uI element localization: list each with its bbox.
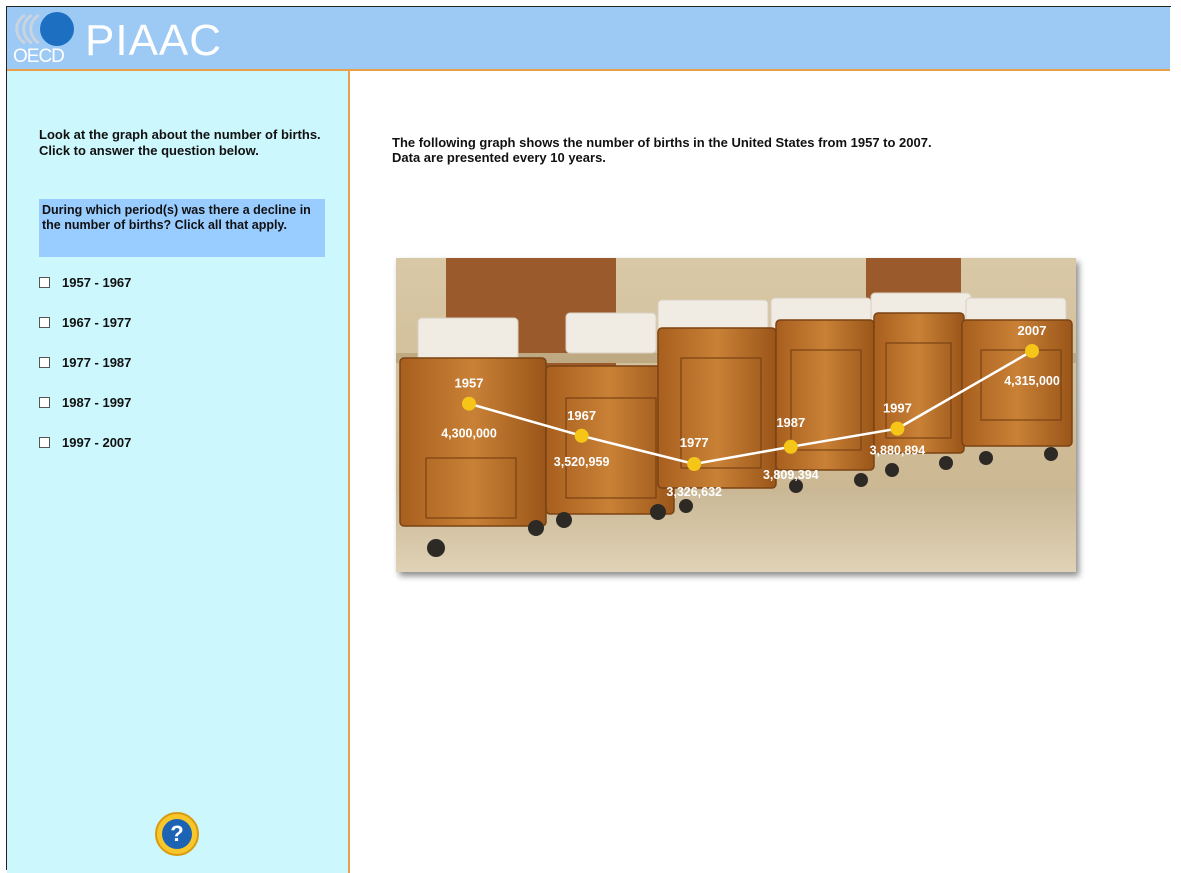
- value-label: 3,880,894: [870, 444, 926, 458]
- oecd-logo-text: OECD: [13, 46, 65, 67]
- value-label: 4,300,000: [441, 427, 497, 441]
- year-label: 1987: [776, 415, 805, 430]
- year-label: 1977: [680, 435, 709, 450]
- option-label: 1977 - 1987: [62, 355, 132, 370]
- data-point-1957: [462, 396, 476, 411]
- option-label: 1987 - 1997: [62, 395, 132, 410]
- help-button[interactable]: ?: [155, 812, 199, 856]
- data-point-1997: [890, 421, 905, 436]
- question-mark-icon: ?: [162, 819, 192, 849]
- checkbox[interactable]: [39, 317, 50, 328]
- year-label: 1967: [567, 408, 596, 423]
- question-sidebar: Look at the graph about the number of bi…: [7, 71, 350, 873]
- year-label: 2007: [1018, 323, 1047, 338]
- value-label: 3,520,959: [554, 455, 610, 469]
- description-line-2: Data are presented every 10 years.: [392, 150, 606, 165]
- app-title: PIAAC: [85, 16, 223, 65]
- option-1977-1987[interactable]: 1977 - 1987: [39, 355, 131, 370]
- year-label: 1957: [455, 376, 484, 391]
- oecd-logo-icon: [15, 12, 74, 46]
- instructions-text: Look at the graph about the number of bi…: [39, 127, 321, 158]
- option-1957-1967[interactable]: 1957 - 1967: [39, 275, 131, 290]
- option-label: 1997 - 2007: [62, 435, 132, 450]
- births-chart: 1957 4,300,000 1967 3,520,959 1977 3,326,632 1…: [396, 258, 1076, 572]
- data-point-2007: [1025, 344, 1039, 358]
- data-point-1967: [574, 428, 589, 443]
- option-label: 1967 - 1977: [62, 315, 132, 330]
- option-1987-1997[interactable]: 1987 - 1997: [39, 395, 131, 410]
- option-label: 1957 - 1967: [62, 275, 132, 290]
- question-box: During which period(s) was there a decli…: [39, 199, 325, 257]
- births-chart-svg: 1957 4,300,000 1967 3,520,959 1977 3,326,632 1…: [396, 258, 1076, 572]
- year-label: 1997: [883, 401, 912, 416]
- graph-description: The following graph shows the number of …: [392, 135, 1092, 165]
- value-label: 3,326,632: [666, 485, 722, 499]
- option-1997-2007[interactable]: 1997 - 2007: [39, 435, 131, 450]
- option-1967-1977[interactable]: 1967 - 1977: [39, 315, 131, 330]
- data-point-1977: [687, 457, 702, 471]
- value-label: 4,315,000: [1004, 374, 1060, 388]
- checkbox[interactable]: [39, 277, 50, 288]
- photo-background: [396, 258, 1076, 572]
- checkbox[interactable]: [39, 437, 50, 448]
- value-label: 3,809,394: [763, 468, 819, 482]
- oecd-logo: OECD: [11, 9, 75, 67]
- header-bar: OECD PIAAC: [7, 7, 1170, 71]
- checkbox[interactable]: [39, 357, 50, 368]
- description-line-1: The following graph shows the number of …: [392, 135, 932, 150]
- checkbox[interactable]: [39, 397, 50, 408]
- data-point-1987: [783, 439, 798, 454]
